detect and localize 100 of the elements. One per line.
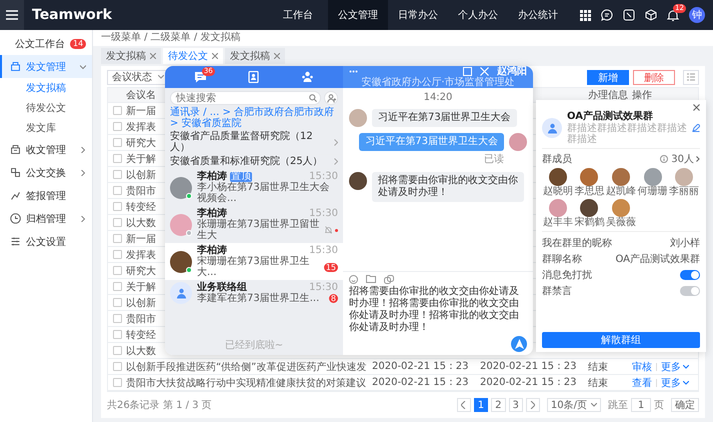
cube-icon[interactable] [645, 9, 657, 21]
page-tab[interactable]: 待发公文 [163, 48, 223, 64]
row-checkbox[interactable] [113, 106, 122, 115]
row-action-link[interactable]: 审核 [632, 360, 652, 374]
member-name: 吴薇薇 [606, 217, 636, 228]
confirm-button[interactable]: 确定 [671, 398, 699, 412]
row-action-link[interactable]: 查看 [632, 376, 652, 390]
sidebar-subitem[interactable]: 待发公文 [0, 98, 92, 118]
delete-button[interactable]: 删除 [633, 70, 675, 84]
page-size-select[interactable]: 10条/页 [546, 398, 601, 412]
page-tab[interactable]: 发文拟稿 [225, 48, 285, 64]
apps-grid-icon[interactable] [580, 10, 591, 20]
page-number-field[interactable]: 1 [631, 398, 651, 412]
row-checkbox[interactable] [113, 346, 122, 355]
page-button[interactable]: 2 [491, 398, 506, 412]
contacts-book-icon[interactable] [248, 71, 260, 83]
row-checkbox[interactable] [113, 330, 122, 339]
people-icon[interactable] [301, 71, 314, 83]
row-checkbox[interactable] [113, 170, 122, 179]
row-checkbox[interactable] [113, 138, 122, 147]
message-timestamp: 14:20 [424, 92, 452, 103]
contacts-path: 通讯录 / ... > 合肥市政府合肥市政府 > 安徽省质监院 [169, 106, 335, 130]
notification-bell-icon[interactable] [667, 8, 679, 22]
user-avatar[interactable]: 钟 [689, 7, 705, 23]
sidebar-item[interactable]: 发文管理 [0, 55, 92, 78]
row-checkbox[interactable] [113, 266, 122, 275]
group-list-item[interactable]: 安徽省质量和标准研究院（25人） [165, 155, 343, 169]
folder-icon[interactable] [366, 275, 376, 283]
row-checkbox[interactable] [113, 218, 122, 227]
chat-bubble-icon[interactable] [601, 9, 613, 21]
dismiss-group-button[interactable]: 解散群组 [542, 332, 700, 348]
previous-page-button[interactable] [456, 398, 471, 412]
more-dropdown[interactable]: 更多 [661, 376, 689, 390]
avatar-photo [170, 250, 192, 272]
more-dropdown[interactable]: 更多 [661, 360, 689, 374]
add-button[interactable]: 新增 [587, 70, 629, 84]
sidebar-item[interactable]: 签报管理 [0, 184, 92, 207]
close-icon[interactable] [150, 53, 156, 59]
row-checkbox[interactable] [113, 314, 122, 323]
nav-tab[interactable]: 办公统计 [508, 0, 568, 30]
search-icon [309, 94, 317, 102]
chevron-right-icon [530, 401, 536, 409]
sidebar-item[interactable]: 收文管理 [0, 138, 92, 161]
chevron-right-icon [80, 146, 86, 152]
edit-icon[interactable] [692, 124, 700, 132]
nav-tab[interactable]: 日常办公 [388, 0, 448, 30]
page-tab[interactable]: 发文拟稿 [101, 48, 161, 64]
row-checkbox[interactable] [113, 122, 122, 131]
message-input[interactable]: 招将需要由你审批的收文交由你处请及时办理！招将需要由你审批的收文交由你处请及时办理！招将审批的收文交由你处请及时办理！ [349, 286, 527, 334]
sidebar-item[interactable]: 公文工作台 14 [0, 32, 92, 55]
row-checkbox[interactable] [113, 186, 122, 195]
conversation-item[interactable]: 李柏涛 置顶 15:30 李小杨在第73届世界卫生大会视频会... [165, 169, 343, 206]
expand-square-icon[interactable] [623, 9, 635, 21]
search-field[interactable]: 快速搜索 [170, 91, 321, 105]
toggle-switch[interactable] [680, 270, 700, 280]
conversation-item[interactable]: 李柏涛 15:30 宋珊珊在第73届世界卫生大... 15 [165, 243, 343, 280]
group-list-item[interactable]: 安徽省产品质量监督研究院（12人） [165, 130, 343, 155]
next-page-button[interactable] [526, 398, 540, 412]
close-icon[interactable] [693, 104, 700, 111]
row-checkbox[interactable] [113, 362, 122, 371]
sidebar-item[interactable]: 公文交换 [0, 161, 92, 184]
maximize-icon[interactable] [463, 67, 472, 76]
contact-name: 李柏涛 [197, 171, 227, 182]
sidebar-item[interactable]: 归档管理 [0, 207, 92, 230]
caret-icon [683, 380, 689, 384]
member-name: 何珊珊 [638, 186, 668, 197]
table-cell-text: 以大数 [126, 216, 156, 230]
message-preview: 李小杨在第73届世界卫生大会视频会... [197, 182, 331, 204]
close-icon[interactable] [212, 53, 218, 59]
nav-tab[interactable]: 工作台 [268, 0, 328, 30]
row-checkbox[interactable] [113, 154, 122, 163]
nav-tab[interactable]: 个人办公 [448, 0, 508, 30]
close-icon[interactable] [274, 53, 280, 59]
table-cell-text: 新一届 [126, 232, 156, 246]
row-checkbox[interactable] [113, 298, 122, 307]
table-cell-text: 研究大 [126, 136, 156, 150]
message-bubble: 习近平在第73届世界卫生大会 [359, 133, 504, 151]
page-button[interactable]: 1 [474, 398, 488, 412]
avatar-photo [170, 176, 192, 198]
page-button[interactable]: 3 [508, 398, 523, 412]
sidebar-subitem[interactable]: 发文拟稿 [0, 78, 92, 98]
column-settings-button[interactable] [683, 70, 699, 84]
conversation-item[interactable]: 李柏涛 15:30 张珊珊在第73届世界卫留世生大 [165, 206, 343, 243]
more-icon[interactable] [349, 70, 358, 73]
sidebar-item[interactable]: 公文设置 [0, 230, 92, 253]
send-button[interactable] [511, 336, 527, 352]
row-checkbox[interactable] [113, 250, 122, 259]
sidebar-subitem[interactable]: 发文库 [0, 118, 92, 138]
row-checkbox[interactable] [113, 202, 122, 211]
member-count-link[interactable]: 30人 [671, 152, 700, 166]
row-checkbox[interactable] [113, 282, 122, 291]
nav-tab[interactable]: 公文管理 [328, 0, 388, 30]
row-checkbox[interactable] [113, 234, 122, 243]
emoji-icon[interactable] [349, 275, 358, 284]
row-checkbox[interactable] [113, 378, 122, 387]
menu-button[interactable] [0, 0, 24, 30]
copy-icon[interactable] [384, 275, 394, 284]
add-contact-button[interactable] [324, 91, 338, 105]
conversation-item[interactable]: 业务联络组 15:30 李建军在第73届世界卫生... 8 [165, 280, 343, 306]
avatar-photo [644, 168, 662, 186]
